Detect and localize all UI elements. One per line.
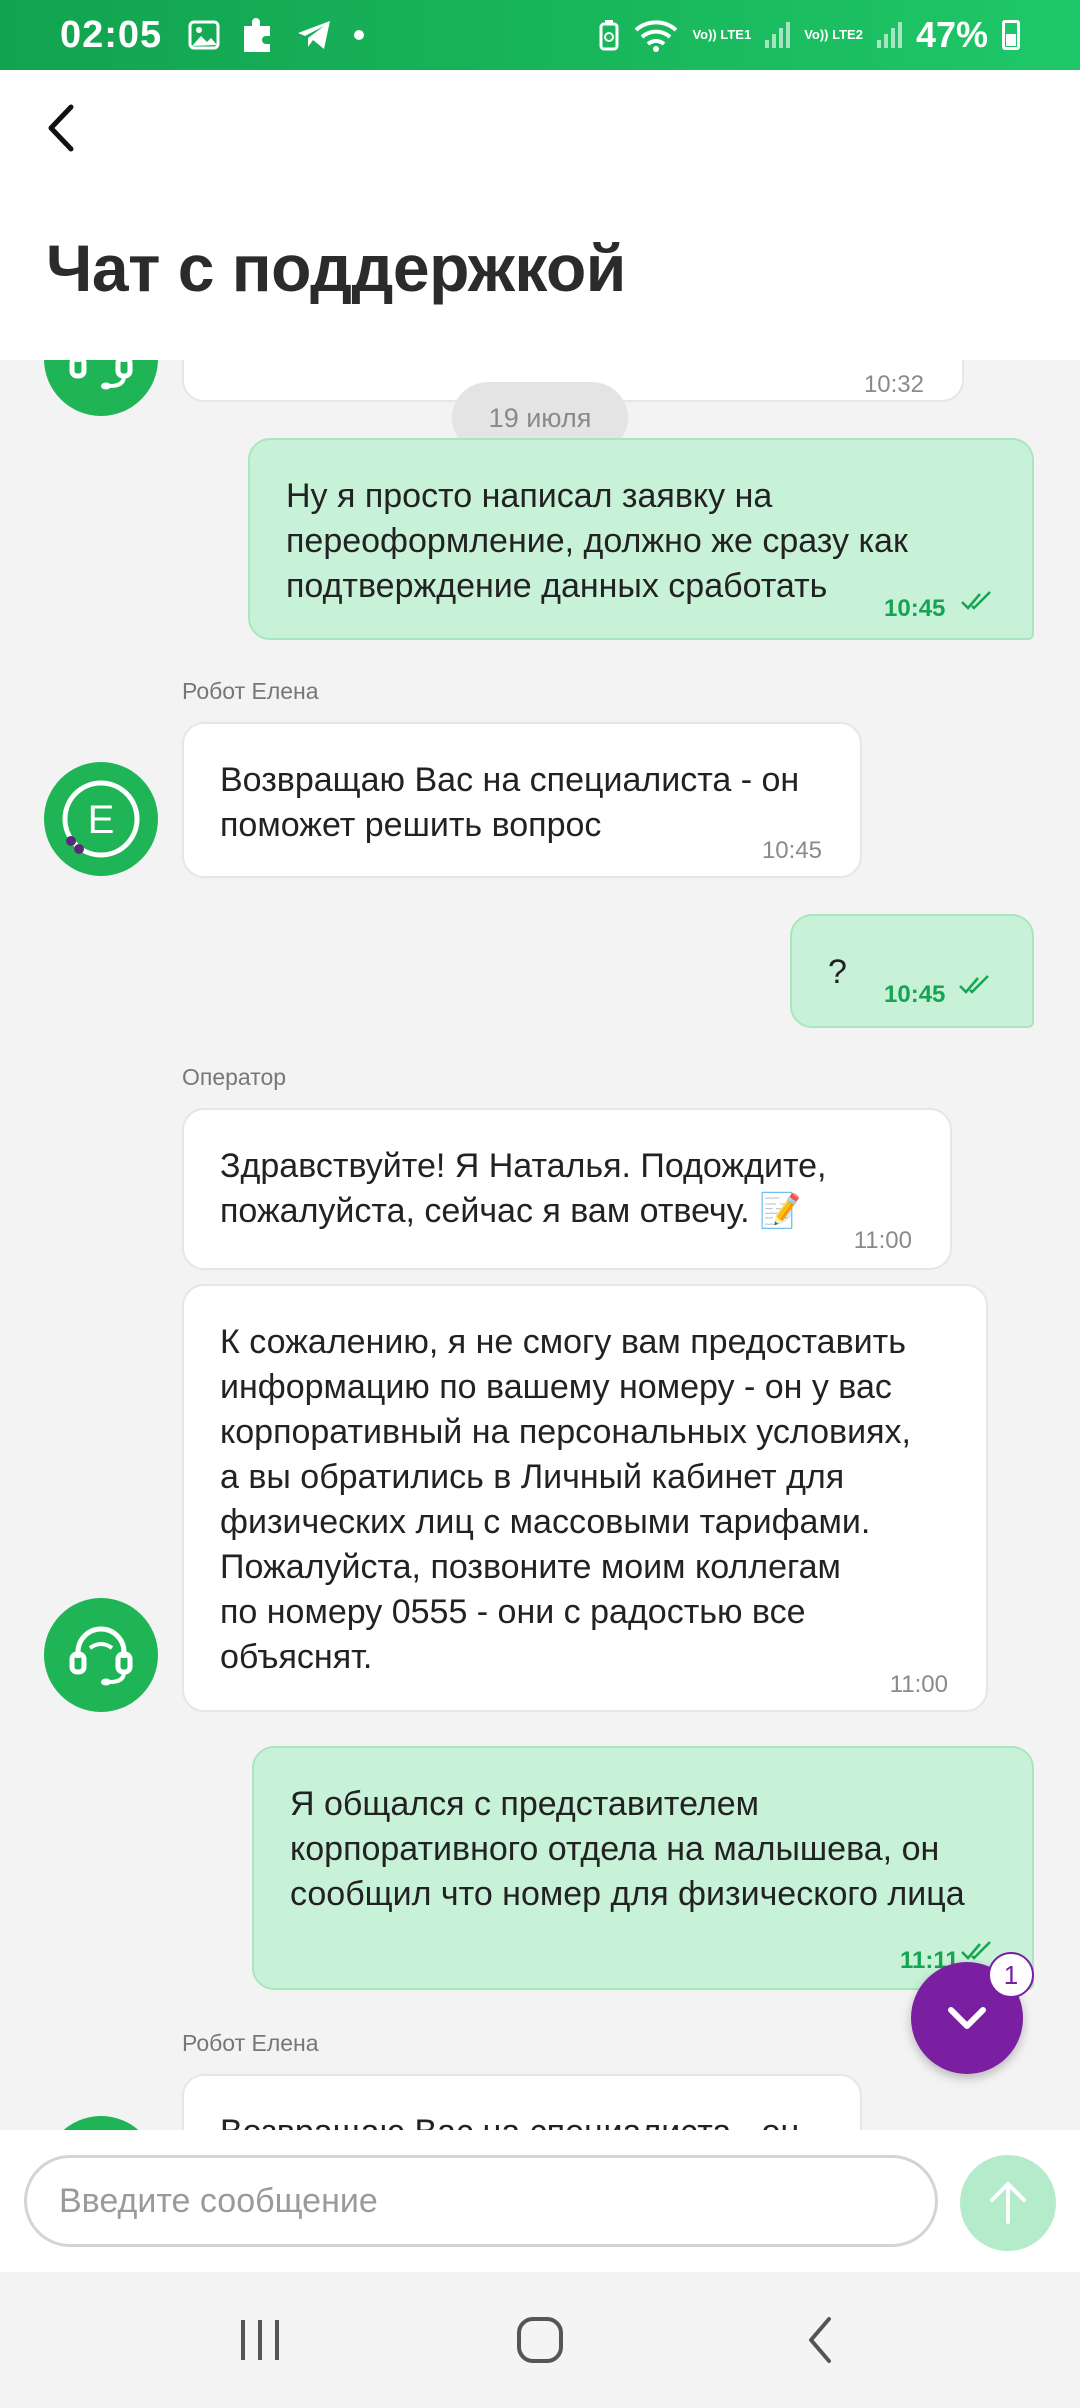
page-title: Чат с поддержкой — [46, 231, 626, 305]
chevron-left-icon — [48, 104, 74, 152]
send-button[interactable] — [960, 2155, 1056, 2251]
bot-avatar: E — [44, 762, 158, 876]
dot-icon — [354, 30, 365, 40]
message-text: Я общался с представителем корпоративног… — [290, 1785, 965, 1913]
message-bubble-incoming[interactable]: Возвращаю Вас на специалиста - он поможе… — [182, 722, 862, 878]
message-text: Возвращаю Вас на специалиста - он поможе… — [220, 761, 800, 844]
home-button[interactable] — [495, 2295, 585, 2385]
status-right: Vo)) LTE1 Vo)) LTE2 47% — [598, 14, 1020, 56]
wifi-icon — [635, 20, 678, 52]
gallery-icon — [188, 20, 220, 50]
app-header: Чат с поддержкой — [0, 70, 1080, 360]
message-time: 10:45 — [884, 981, 946, 1008]
message-time: 11:00 — [853, 1227, 912, 1254]
bot-avatar — [44, 2116, 158, 2130]
status-bar: 02:05 Vo)) LTE1 Vo)) LTE2 47% — [0, 0, 1080, 70]
message-text: Здравствуйте! Я Наталья. Подождите, пожа… — [220, 1147, 827, 1230]
operator-avatar — [44, 360, 158, 416]
message-bubble-outgoing[interactable]: Ну я просто написал заявку на переоформл… — [248, 438, 1034, 640]
signal-bars-1-icon — [765, 22, 791, 48]
back-button[interactable] — [30, 98, 90, 158]
arrow-up-icon — [990, 2182, 1026, 2224]
message-bubble-incoming[interactable]: Здравствуйте! Я Наталья. Подождите, пожа… — [182, 1108, 952, 1270]
network-lte1: Vo)) LTE1 — [692, 27, 752, 42]
chevron-down-icon — [948, 2007, 986, 2029]
message-text: Возвращаю Вас на специалиста - он — [220, 2110, 830, 2130]
recent-apps-button[interactable] — [215, 2295, 305, 2385]
message-text: К сожалению, я не смогу вам предоставить… — [220, 1323, 911, 1676]
message-time: 11:00 — [889, 1671, 948, 1698]
headset-icon — [69, 1626, 133, 1686]
network-lte2: Vo)) LTE2 — [804, 27, 863, 42]
home-icon — [517, 2317, 563, 2363]
message-bubble-outgoing[interactable]: ? 10:45 — [790, 914, 1034, 1028]
signal-bars-2-icon — [876, 22, 902, 48]
double-check-icon — [961, 1941, 991, 1960]
system-nav-bar — [0, 2272, 1080, 2408]
message-bubble-incoming[interactable]: К сожалению, я не смогу вам предоставить… — [182, 1284, 988, 1712]
status-time: 02:05 — [60, 13, 163, 56]
double-check-icon — [961, 591, 991, 610]
recent-apps-icon — [241, 2320, 279, 2360]
message-composer — [0, 2130, 1080, 2272]
telegram-icon — [298, 21, 331, 49]
double-check-icon — [959, 975, 989, 994]
message-time: 10:45 — [761, 837, 822, 864]
svg-text:E: E — [88, 798, 115, 842]
back-icon — [809, 2317, 831, 2363]
puzzle-icon — [244, 18, 271, 52]
message-bubble-incoming[interactable]: Возвращаю Вас на специалиста - он — [182, 2074, 862, 2130]
headset-icon — [69, 360, 133, 390]
battery-saver-icon — [599, 20, 619, 51]
message-time: 10:45 — [884, 595, 946, 622]
robot-elena-icon: E — [62, 780, 140, 858]
message-time: 10:32 — [863, 371, 924, 398]
battery-percent: 47% — [915, 14, 988, 55]
nav-back-button[interactable] — [775, 2295, 865, 2385]
sender-name: Робот Елена — [182, 678, 319, 704]
sender-name: Оператор — [182, 1064, 287, 1090]
notification-icons — [188, 16, 366, 54]
unread-badge: 1 — [988, 1952, 1034, 1998]
sender-name: Робот Елена — [182, 2030, 319, 2056]
operator-avatar — [44, 1598, 158, 1712]
chat-message-list[interactable]: 10:32 19 июля Ну я просто написал заявку… — [0, 360, 1080, 2130]
battery-icon — [1002, 20, 1020, 50]
message-bubble-outgoing[interactable]: Я общался с представителем корпоративног… — [252, 1746, 1034, 1990]
message-input[interactable] — [24, 2155, 938, 2247]
